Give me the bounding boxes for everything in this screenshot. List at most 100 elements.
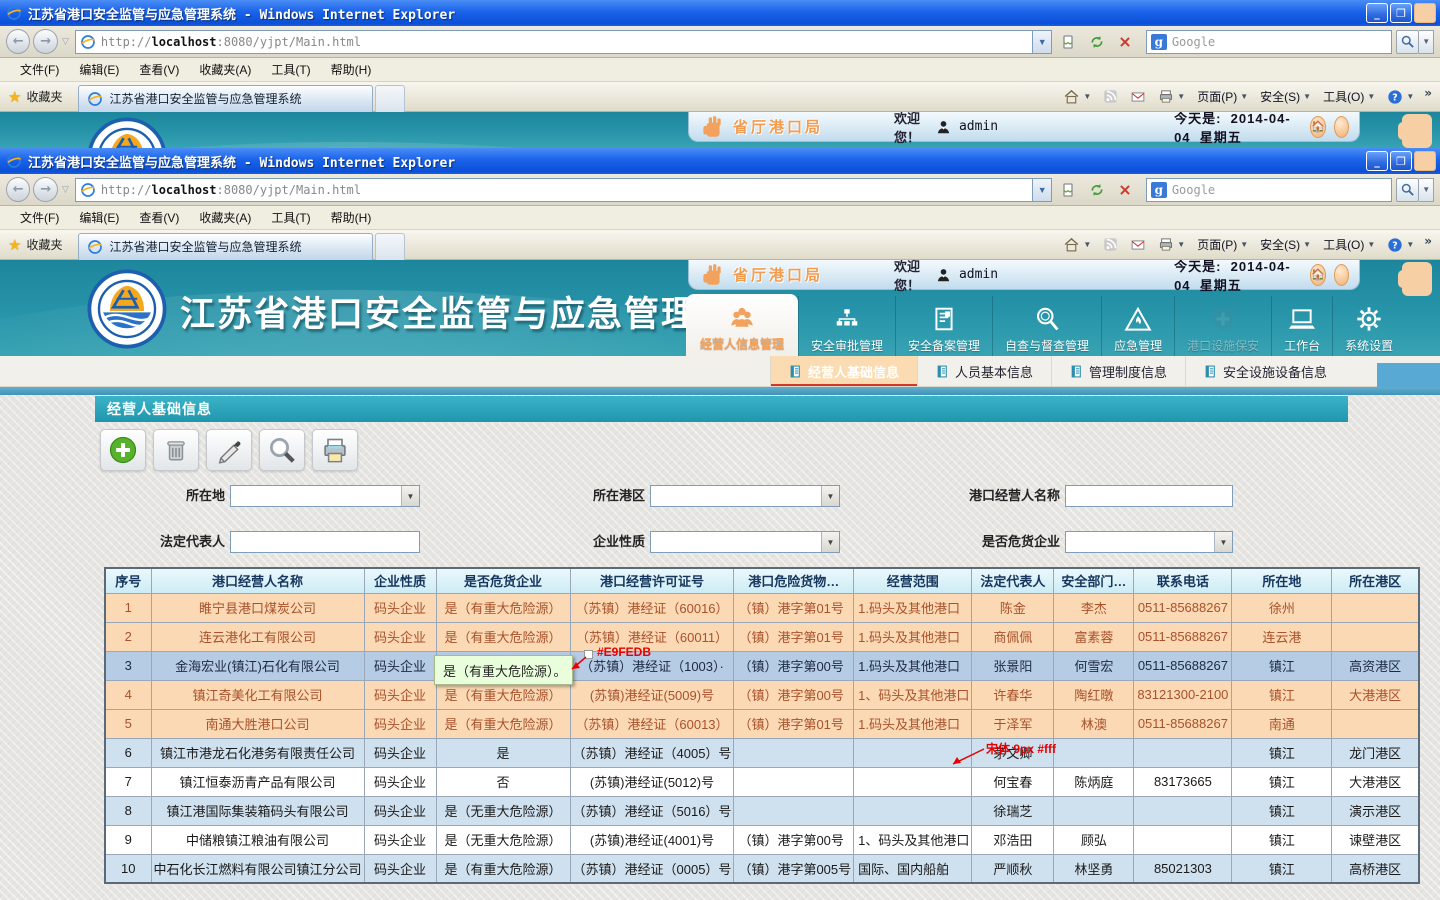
- read-mail-button[interactable]: [1126, 236, 1150, 254]
- minimize-button[interactable]: _: [1366, 151, 1388, 171]
- print-button[interactable]: [312, 429, 358, 471]
- search-go-button[interactable]: [1396, 178, 1420, 202]
- menu-item[interactable]: 帮助(H): [321, 206, 382, 229]
- logout-icon[interactable]: [1334, 116, 1349, 138]
- print-button[interactable]: ▼: [1154, 87, 1189, 106]
- title-bar[interactable]: 江苏省港口安全监管与应急管理系统 - Windows Internet Expl…: [0, 0, 1440, 26]
- subnav-tab[interactable]: 安全设施设备信息: [1185, 356, 1345, 386]
- operator-name-input[interactable]: [1065, 485, 1233, 507]
- refresh-button[interactable]: [1084, 30, 1109, 54]
- page-menu[interactable]: 页面(P)▼: [1193, 86, 1252, 107]
- table-row[interactable]: 8镇江港国际集装箱码头有限公司码头企业是（无重大危险源）（苏镇）港经证（5016…: [105, 796, 1419, 825]
- table-row[interactable]: 10中石化长江燃料有限公司镇江分公司码头企业是（有重大危险源）（苏镇）港经证（0…: [105, 854, 1419, 883]
- menu-item[interactable]: 收藏夹(A): [189, 206, 261, 229]
- overflow-chevron[interactable]: »: [1424, 86, 1432, 100]
- search-input[interactable]: g Google: [1146, 178, 1392, 202]
- restore-button[interactable]: ❐: [1390, 3, 1412, 23]
- restore-button[interactable]: ❐: [1390, 151, 1412, 171]
- menu-item[interactable]: 工具(T): [261, 58, 320, 81]
- browser-tab[interactable]: 江苏省港口安全监管与应急管理系统: [78, 233, 373, 260]
- nav-item-alert[interactable]: 应急管理: [1101, 296, 1174, 356]
- edit-button[interactable]: [206, 429, 252, 471]
- safety-menu[interactable]: 安全(S)▼: [1256, 234, 1315, 255]
- table-row[interactable]: 9中储粮镇江粮油有限公司码头企业是（无重大危险源）(苏镇)港经证(4001)号（…: [105, 825, 1419, 854]
- search-options-button[interactable]: ▼: [1419, 178, 1434, 202]
- nav-item-doc[interactable]: 安全备案管理: [895, 296, 992, 356]
- minimize-button[interactable]: _: [1366, 3, 1388, 23]
- search-input[interactable]: g Google: [1146, 30, 1392, 54]
- url-dropdown-button[interactable]: ▼: [1033, 30, 1053, 54]
- nav-item-shield[interactable]: 港口设施保安: [1174, 296, 1271, 356]
- dangerous-select[interactable]: ▼: [1065, 531, 1233, 553]
- menu-item[interactable]: 编辑(E): [69, 206, 129, 229]
- nav-item-people[interactable]: 经营人信息管理: [686, 294, 798, 356]
- home-shortcut-icon[interactable]: 🏠: [1310, 116, 1326, 138]
- subnav-tab[interactable]: 人员基本信息: [917, 356, 1051, 386]
- stop-button[interactable]: [1112, 178, 1137, 202]
- subnav-tab[interactable]: 经营人基础信息: [770, 356, 917, 386]
- menu-item[interactable]: 文件(F): [10, 58, 69, 81]
- legal-rep-input[interactable]: [230, 531, 420, 553]
- nav-item-gear[interactable]: 系统设置: [1332, 296, 1405, 356]
- favorites-button[interactable]: ★ 收藏夹: [6, 88, 70, 106]
- nav-item-org[interactable]: 安全审批管理: [798, 296, 895, 356]
- table-row[interactable]: 7镇江恒泰沥青产品有限公司码头企业否(苏镇)港经证(5012)号何宝春陈炳庭83…: [105, 767, 1419, 796]
- menu-item[interactable]: 编辑(E): [69, 58, 129, 81]
- refresh-button[interactable]: [1084, 178, 1109, 202]
- enterprise-type-select[interactable]: ▼: [650, 531, 840, 553]
- close-button[interactable]: [1414, 3, 1436, 23]
- url-input[interactable]: http://localhost:8080/yjpt/Main.html: [75, 178, 1033, 202]
- tools-menu[interactable]: 工具(O)▼: [1319, 86, 1379, 107]
- menu-item[interactable]: 收藏夹(A): [189, 58, 261, 81]
- add-button[interactable]: [100, 429, 146, 471]
- forward-button[interactable]: →: [33, 29, 57, 54]
- compatibility-view-button[interactable]: [1055, 178, 1080, 202]
- menu-item[interactable]: 帮助(H): [321, 58, 382, 81]
- logout-icon[interactable]: [1334, 264, 1349, 286]
- page-menu[interactable]: 页面(P)▼: [1193, 234, 1252, 255]
- close-button[interactable]: [1414, 151, 1436, 171]
- table-row[interactable]: 5南通大胜港口公司码头企业是（有重大危险源）（苏镇）港经证（60013）（镇）港…: [105, 709, 1419, 738]
- overflow-chevron[interactable]: »: [1424, 234, 1432, 248]
- back-button[interactable]: ←: [6, 177, 30, 202]
- url-input[interactable]: http://localhost:8080/yjpt/Main.html: [75, 30, 1033, 54]
- title-bar[interactable]: 江苏省港口安全监管与应急管理系统 - Windows Internet Expl…: [0, 148, 1440, 174]
- table-row[interactable]: 4镇江奇美化工有限公司码头企业是（有重大危险源）(苏镇)港经证(5009)号（镇…: [105, 680, 1419, 709]
- menu-item[interactable]: 工具(T): [261, 206, 320, 229]
- safety-menu[interactable]: 安全(S)▼: [1256, 86, 1315, 107]
- table-row[interactable]: 1睢宁县港口煤炭公司码头企业是（有重大危险源）（苏镇）港经证（60016）（镇）…: [105, 593, 1419, 622]
- compatibility-view-button[interactable]: [1055, 30, 1080, 54]
- menu-item[interactable]: 查看(V): [129, 58, 189, 81]
- tools-menu[interactable]: 工具(O)▼: [1319, 234, 1379, 255]
- back-button[interactable]: ←: [6, 29, 30, 54]
- print-button[interactable]: ▼: [1154, 235, 1189, 254]
- nav-item-magnifier[interactable]: 自查与督查管理: [992, 296, 1101, 356]
- home-button[interactable]: ▼: [1059, 86, 1095, 107]
- delete-button[interactable]: [153, 429, 199, 471]
- rss-button[interactable]: [1099, 87, 1122, 106]
- history-dropdown-icon[interactable]: ▽: [62, 36, 69, 47]
- new-tab-button[interactable]: [375, 233, 405, 260]
- search-options-button[interactable]: ▼: [1419, 30, 1434, 54]
- subnav-tab[interactable]: 管理制度信息: [1051, 356, 1185, 386]
- search-button[interactable]: [259, 429, 305, 471]
- table-row[interactable]: 2连云港化工有限公司码头企业是（有重大危险源）（苏镇）港经证（60011）（镇）…: [105, 622, 1419, 651]
- home-shortcut-icon[interactable]: 🏠: [1310, 264, 1326, 286]
- table-row[interactable]: 6镇江市港龙石化港务有限责任公司码头企业是（苏镇）港经证（4005）号茅文卿镇江…: [105, 738, 1419, 767]
- table-row[interactable]: 3金海宏业(镇江)石化有限公司码头企业是（有重大危险源）（苏镇）港经证（1003…: [105, 651, 1419, 680]
- favorites-button[interactable]: ★ 收藏夹: [6, 236, 70, 254]
- stop-button[interactable]: [1112, 30, 1137, 54]
- rss-button[interactable]: [1099, 235, 1122, 254]
- help-menu[interactable]: ?▼: [1383, 235, 1418, 255]
- menu-item[interactable]: 查看(V): [129, 206, 189, 229]
- url-dropdown-button[interactable]: ▼: [1033, 178, 1053, 202]
- new-tab-button[interactable]: [375, 85, 405, 112]
- history-dropdown-icon[interactable]: ▽: [62, 184, 69, 195]
- read-mail-button[interactable]: [1126, 88, 1150, 106]
- forward-button[interactable]: →: [33, 177, 57, 202]
- help-menu[interactable]: ?▼: [1383, 87, 1418, 107]
- search-go-button[interactable]: [1396, 30, 1420, 54]
- location-select[interactable]: ▼: [230, 485, 420, 507]
- nav-item-workbench[interactable]: 工作台: [1271, 296, 1332, 356]
- menu-item[interactable]: 文件(F): [10, 206, 69, 229]
